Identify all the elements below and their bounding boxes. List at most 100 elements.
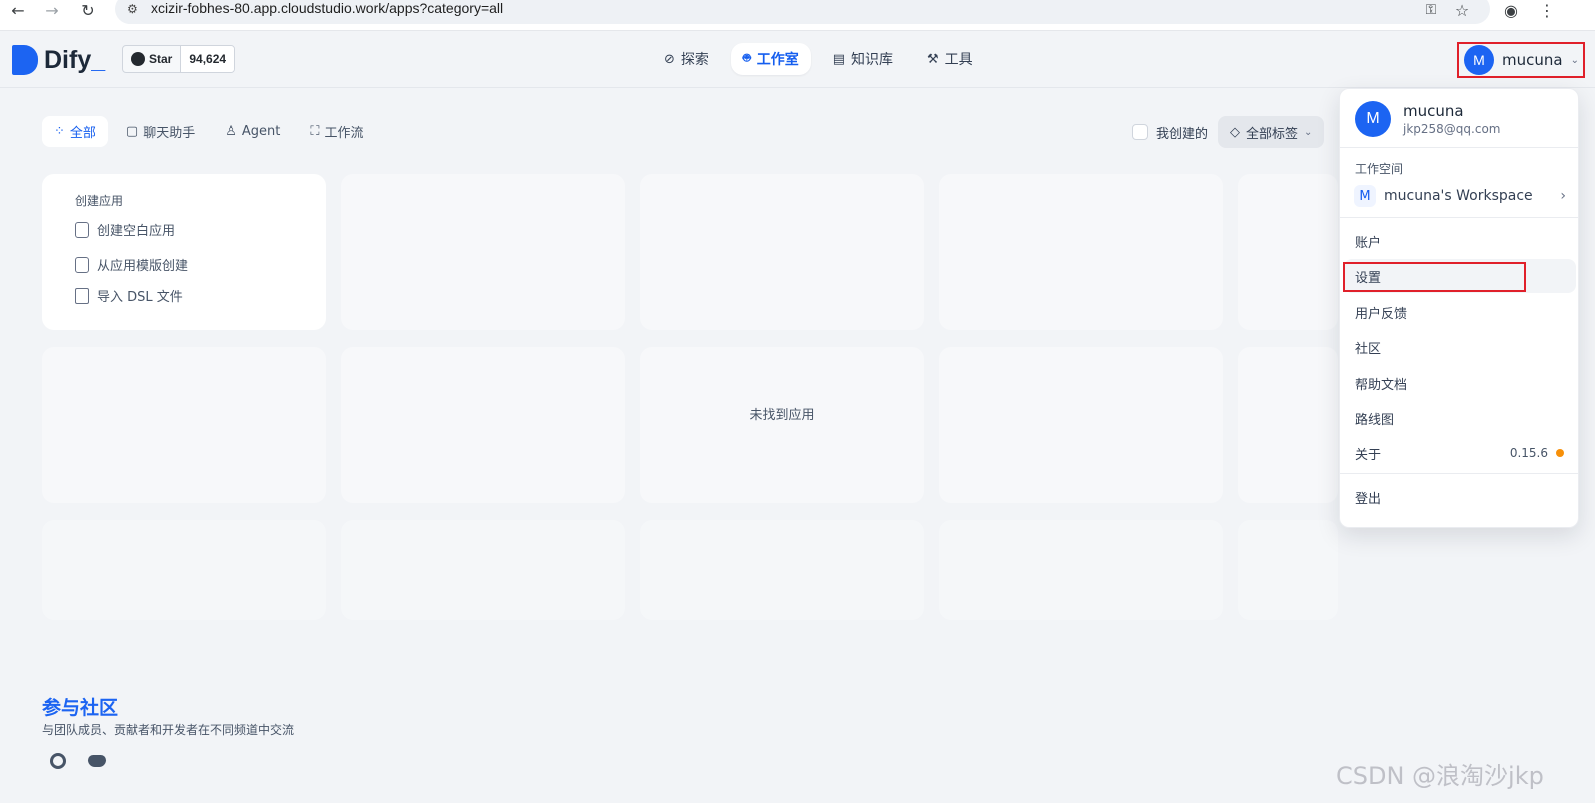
url-text: xcizir-fobhes-80.app.cloudstudio.work/ap… bbox=[151, 0, 504, 16]
menu-item-feedback-label: 用户反馈 bbox=[1355, 306, 1408, 322]
site-settings-icon[interactable]: ⚙ bbox=[127, 2, 138, 16]
github-star-label: Star bbox=[149, 52, 173, 66]
checkbox-box[interactable] bbox=[1132, 124, 1148, 140]
avatar: M bbox=[1355, 101, 1391, 137]
menu-item-account[interactable]: 账户 bbox=[1344, 224, 1576, 258]
grid-icon: ⁘ bbox=[54, 124, 65, 139]
app-card-placeholder bbox=[341, 520, 625, 620]
create-from-template-button[interactable]: 从应用模版创建 bbox=[75, 255, 188, 274]
tab-all[interactable]: ⁘ 全部 bbox=[42, 116, 108, 147]
tab-all-label: 全部 bbox=[69, 126, 96, 141]
tab-chat-label: 聊天助手 bbox=[143, 126, 196, 141]
tab-agent-label: Agent bbox=[241, 124, 281, 139]
menu-item-help-docs-label: 帮助文档 bbox=[1355, 377, 1408, 393]
app-header: Dify_ Star 94,624 ⊘ 探索 🤖︎ 工作室 ▤ 知识库 ⚒ 工具… bbox=[0, 31, 1595, 88]
dropdown-user-info: M mucuna jkp258@qq.com bbox=[1355, 101, 1500, 137]
nav-knowledge-label: 知识库 bbox=[851, 52, 894, 68]
app-card-placeholder bbox=[939, 174, 1223, 330]
nav-tools[interactable]: ⚒ 工具 bbox=[915, 43, 985, 75]
tag-filter-dropdown[interactable]: ◇ 全部标签 ⌄ bbox=[1218, 116, 1325, 148]
menu-item-logout[interactable]: 登出 bbox=[1344, 480, 1576, 514]
address-bar[interactable]: ⚙ xcizir-fobhes-80.app.cloudstudio.work/… bbox=[115, 0, 1490, 24]
dropdown-user-email: jkp258@qq.com bbox=[1403, 122, 1501, 136]
logo-text: Dify bbox=[44, 45, 92, 74]
menu-item-roadmap[interactable]: 路线图 bbox=[1344, 401, 1576, 435]
nav-studio[interactable]: 🤖︎ 工作室 bbox=[730, 43, 811, 75]
chevron-down-icon: ⌄ bbox=[1570, 54, 1579, 66]
workspace-switcher[interactable]: M mucuna's Workspace › bbox=[1354, 185, 1566, 207]
create-from-template-label: 从应用模版创建 bbox=[97, 259, 189, 274]
agent-icon: ♙ bbox=[225, 124, 237, 139]
tab-workflow[interactable]: ⛶ 工作流 bbox=[298, 116, 375, 147]
tab-chat[interactable]: ▢ 聊天助手 bbox=[114, 116, 207, 147]
create-app-title: 创建应用 bbox=[75, 194, 124, 208]
file-plus-icon bbox=[75, 221, 89, 238]
chat-bubble-icon: ▢ bbox=[125, 124, 139, 139]
template-icon bbox=[75, 256, 89, 273]
dify-logo[interactable]: Dify_ bbox=[12, 45, 105, 75]
settings-highlight-box bbox=[1343, 262, 1526, 292]
book-icon: ▤ bbox=[832, 51, 846, 67]
github-icon[interactable] bbox=[49, 752, 67, 770]
tag-icon: ◇ bbox=[1230, 124, 1241, 140]
menu-item-about-label: 关于 bbox=[1355, 447, 1382, 463]
update-dot bbox=[1556, 449, 1564, 457]
workflow-icon: ⛶ bbox=[310, 124, 320, 139]
import-dsl-button[interactable]: 导入 DSL 文件 bbox=[75, 286, 183, 305]
filter-bar: 我创建的 ◇ 全部标签 ⌄ bbox=[1132, 116, 1325, 148]
workspace-name: mucuna's Workspace bbox=[1384, 188, 1533, 204]
user-menu-button[interactable]: M mucuna ⌄ bbox=[1457, 42, 1585, 78]
created-by-me-label: 我创建的 bbox=[1156, 126, 1209, 142]
hammer-icon: ⚒ bbox=[927, 51, 939, 67]
app-card-placeholder bbox=[341, 174, 625, 330]
menu-item-feedback[interactable]: 用户反馈 bbox=[1344, 295, 1576, 329]
empty-state-text: 未找到应用 bbox=[749, 408, 815, 423]
chevron-right-icon: › bbox=[1560, 188, 1566, 204]
workspace-section-label: 工作空间 bbox=[1355, 162, 1404, 176]
more-menu-icon[interactable]: ⋮ bbox=[1537, 0, 1557, 20]
github-star-button[interactable]: Star 94,624 bbox=[122, 45, 236, 73]
create-app-card: 创建应用 创建空白应用 从应用模版创建 导入 DSL 文件 bbox=[42, 174, 326, 330]
nav-knowledge[interactable]: ▤ 知识库 bbox=[821, 43, 905, 75]
tab-agent[interactable]: ♙ Agent bbox=[213, 116, 292, 147]
watermark: CSDN @浪淘沙jkp bbox=[1336, 762, 1544, 790]
menu-item-account-label: 账户 bbox=[1355, 235, 1382, 251]
user-dropdown-menu: M mucuna jkp258@qq.com 工作空间 M mucuna's W… bbox=[1339, 88, 1579, 528]
menu-item-roadmap-label: 路线图 bbox=[1355, 412, 1395, 428]
workspace-badge: M bbox=[1354, 185, 1376, 207]
chevron-down-icon: ⌄ bbox=[1304, 126, 1313, 138]
forward-arrow-icon[interactable]: → bbox=[42, 0, 62, 20]
divider bbox=[1340, 473, 1578, 474]
dropdown-user-name: mucuna bbox=[1403, 102, 1464, 120]
main-nav: ⊘ 探索 🤖︎ 工作室 ▤ 知识库 ⚒ 工具 bbox=[652, 43, 985, 75]
create-blank-app-label: 创建空白应用 bbox=[97, 224, 176, 239]
import-dsl-label: 导入 DSL 文件 bbox=[97, 290, 183, 305]
nav-tools-label: 工具 bbox=[944, 52, 973, 68]
app-card-placeholder bbox=[1238, 174, 1338, 330]
github-star-count: 94,624 bbox=[180, 46, 235, 72]
app-card-placeholder bbox=[640, 174, 924, 330]
profile-icon[interactable]: ◉ bbox=[1501, 0, 1521, 20]
nav-explore-label: 探索 bbox=[680, 52, 709, 68]
app-card-placeholder bbox=[1238, 520, 1338, 620]
tab-workflow-label: 工作流 bbox=[324, 126, 364, 141]
menu-item-help-docs[interactable]: 帮助文档 bbox=[1344, 366, 1576, 400]
nav-explore[interactable]: ⊘ 探索 bbox=[652, 43, 721, 75]
discord-icon[interactable] bbox=[88, 752, 106, 770]
menu-item-community[interactable]: 社区 bbox=[1344, 330, 1576, 364]
divider bbox=[1340, 217, 1578, 218]
key-icon[interactable]: ⚿ bbox=[1421, 0, 1441, 20]
app-card-placeholder bbox=[939, 520, 1223, 620]
app-card-placeholder: 未找到应用 bbox=[640, 347, 924, 503]
community-title: 参与社区 bbox=[42, 697, 119, 719]
divider bbox=[1340, 147, 1578, 148]
robot-icon: 🤖︎ bbox=[742, 51, 751, 66]
back-arrow-icon[interactable]: ← bbox=[8, 0, 28, 20]
dify-logo-mark-icon bbox=[12, 45, 38, 75]
create-blank-app-button[interactable]: 创建空白应用 bbox=[75, 220, 175, 239]
menu-item-about[interactable]: 关于 0.15.6 bbox=[1344, 436, 1576, 470]
created-by-me-checkbox[interactable]: 我创建的 bbox=[1132, 123, 1208, 142]
nav-studio-label: 工作室 bbox=[756, 52, 799, 68]
star-bookmark-icon[interactable]: ☆ bbox=[1452, 0, 1472, 20]
reload-icon[interactable]: ↻ bbox=[78, 0, 98, 20]
